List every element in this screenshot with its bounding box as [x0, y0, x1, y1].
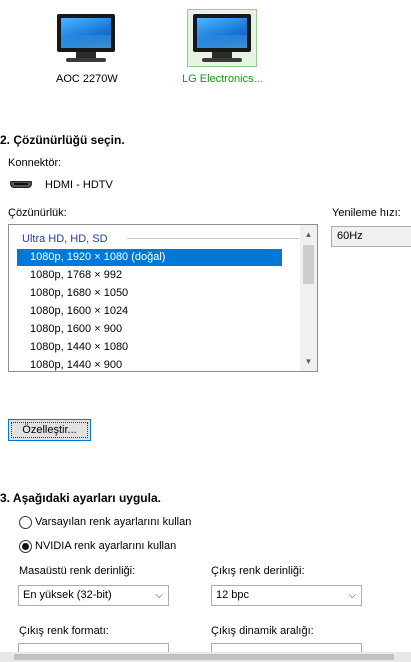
chevron-down-icon: ⌵	[155, 590, 163, 601]
resolution-item[interactable]: 1080p, 1768 × 992	[17, 267, 282, 284]
output-range-label: Çıkış dinamik aralığı:	[211, 625, 314, 637]
radio-default-label[interactable]: Varsayılan renk ayarlarını kullan	[35, 516, 191, 528]
output-depth-label: Çıkış renk derinliği:	[211, 565, 305, 577]
output-format-label: Çıkış renk formatı:	[19, 625, 109, 637]
resolution-item[interactable]: 1080p, 1440 × 1080	[17, 339, 282, 356]
resolution-item[interactable]: 1080p, 1600 × 1024	[17, 303, 282, 320]
horizontal-scrollbar[interactable]	[0, 652, 411, 662]
resolution-item[interactable]: 1080p, 1600 × 900	[17, 321, 282, 338]
apply-section-title: 3. Aşağıdaki ayarları uygula.	[0, 491, 161, 505]
customize-button[interactable]: Özelleştir...	[8, 419, 91, 441]
monitor-label: LG Electronics...	[182, 73, 263, 85]
desktop-depth-label: Masaüstü renk derinliği:	[19, 565, 136, 577]
resolution-label: Çözünürlük:	[8, 207, 67, 219]
connector-label: Konnektör:	[8, 157, 62, 169]
resolution-section-title: 2. Çözünürlüğü seçin.	[0, 133, 125, 147]
refresh-rate-label: Yenileme hızı:	[332, 207, 401, 219]
monitor-icon	[193, 14, 251, 52]
connector-value: HDMI - HDTV	[45, 179, 113, 191]
radio-nvidia-colors[interactable]	[19, 540, 32, 553]
desktop-depth-value: En yüksek (32-bit)	[23, 589, 112, 601]
scroll-down-icon[interactable]: ▼	[300, 354, 317, 370]
resolution-item[interactable]: 1080p, 1920 × 1080 (doğal)	[17, 249, 282, 266]
scroll-up-icon[interactable]: ▲	[300, 227, 317, 243]
refresh-rate-select[interactable]: 60Hz	[331, 226, 411, 247]
scrollbar-thumb[interactable]	[14, 654, 394, 660]
hdmi-icon	[10, 181, 32, 188]
output-depth-value: 12 bpc	[216, 589, 250, 601]
radio-default-colors[interactable]	[19, 516, 32, 529]
resolution-list-scrollbar[interactable]: ▲ ▼	[300, 225, 317, 371]
scrollbar-thumb[interactable]	[303, 245, 314, 284]
monitor-label: AOC 2270W	[56, 73, 118, 85]
monitor-lg[interactable]	[187, 9, 257, 67]
desktop-depth-dropdown[interactable]: En yüksek (32-bit) ⌵	[18, 585, 169, 606]
resolution-item[interactable]: 1080p, 1440 × 900	[17, 357, 282, 371]
chevron-down-icon: ⌵	[348, 590, 356, 601]
radio-nvidia-label[interactable]: NVIDIA renk ayarlarını kullan	[35, 540, 176, 552]
resolution-item[interactable]: 1080p, 1680 × 1050	[17, 285, 282, 302]
monitor-icon	[57, 14, 115, 52]
monitor-aoc[interactable]	[51, 9, 121, 67]
resolution-group-header: Ultra HD, HD, SD	[22, 233, 108, 245]
output-depth-dropdown[interactable]: 12 bpc ⌵	[211, 585, 362, 606]
resolution-list[interactable]: Ultra HD, HD, SD 1080p, 1920 × 1080 (doğ…	[8, 224, 318, 372]
